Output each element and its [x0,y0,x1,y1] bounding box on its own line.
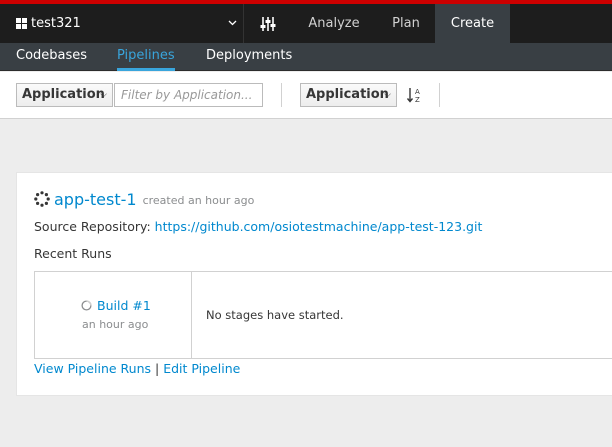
tab-pipelines[interactable]: Pipelines [117,43,175,71]
filter-toolbar: Application ⌵ Application ⌵ A Z [0,72,612,119]
divider [281,83,282,107]
svg-text:Z: Z [415,96,420,104]
pipeline-created: created an hour ago [142,194,255,207]
sort-field-select[interactable]: Application ⌵ [300,83,397,107]
divider [439,83,440,107]
filter-field-label: Application [22,87,105,102]
pipeline-card: app-test-1 created an hour ago Source Re… [16,172,612,396]
tab-codebases[interactable]: Codebases [16,43,87,71]
spinner-icon [34,191,50,207]
pipeline-name-link[interactable]: app-test-1 [54,190,137,209]
chevron-down-icon [228,20,237,26]
edit-pipeline-link[interactable]: Edit Pipeline [163,361,240,376]
runs-table: Build #1 an hour ago No stages have star… [34,271,612,359]
svg-text:A: A [415,88,420,96]
sub-navbar: Codebases Pipelines Deployments [0,43,612,71]
source-repository-link[interactable]: https://github.com/osiotestmachine/app-t… [155,219,483,234]
chevron-down-icon: ⌵ [384,90,391,100]
source-repository-label: Source Repository: [34,219,151,234]
sliders-icon [260,16,275,31]
view-pipeline-runs-link[interactable]: View Pipeline Runs [34,361,151,376]
nav-analyze[interactable]: Analyze [291,4,377,43]
build-cell: Build #1 an hour ago [35,272,192,358]
build-item: Build #1 [81,298,151,313]
pipeline-header: app-test-1 created an hour ago [34,189,254,209]
filter-field-select[interactable]: Application ⌵ [16,83,113,107]
nav-plan[interactable]: Plan [377,4,435,43]
pipeline-actions: View Pipeline Runs | Edit Pipeline [34,361,240,376]
nav-create-label: Create [450,16,495,31]
action-separator: | [155,361,160,376]
pending-icon [81,300,92,311]
sort-alpha-icon[interactable]: A Z [406,86,424,104]
space-selector[interactable]: test321 [0,4,244,43]
top-navbar: test321 Analyze Plan Create [0,4,612,43]
nav-analyze-label: Analyze [308,16,360,31]
filter-input[interactable] [114,83,263,107]
space-name: test321 [31,16,81,31]
recent-runs-heading: Recent Runs [34,246,112,261]
nav-plan-label: Plan [392,16,420,31]
build-time: an hour ago [82,318,149,331]
chevron-down-icon: ⌵ [100,90,107,100]
tab-deployments[interactable]: Deployments [206,43,292,71]
sort-field-label: Application [306,87,389,102]
settings-button[interactable] [244,4,291,43]
stages-status: No stages have started. [206,308,344,322]
grid-icon [16,18,27,29]
source-repository: Source Repository: https://github.com/os… [34,219,482,234]
build-link[interactable]: Build #1 [97,298,151,313]
nav-create[interactable]: Create [435,4,510,43]
